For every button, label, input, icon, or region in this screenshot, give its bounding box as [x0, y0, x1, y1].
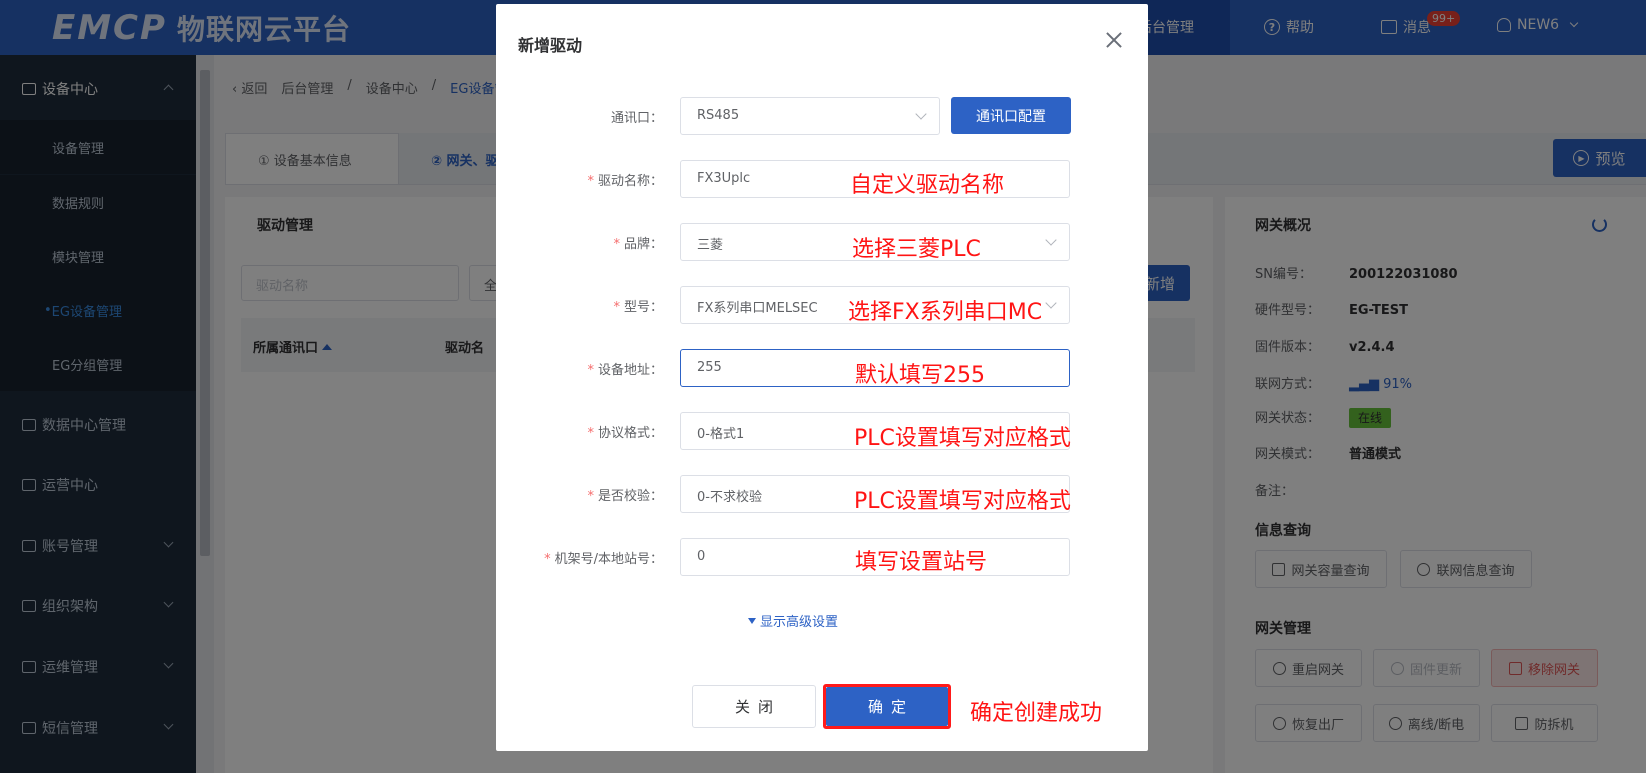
- input-value: 255: [697, 360, 722, 375]
- select-value: FX系列串口MELSEC: [697, 301, 818, 316]
- label-text: 驱动名称：: [597, 174, 663, 189]
- label-text: 机架号/本地站号：: [554, 552, 663, 567]
- chevron-down-icon: [1045, 297, 1057, 309]
- input-value: 0-格式1: [697, 427, 745, 442]
- station-row: * 机架号/本地站号： 0: [496, 538, 1148, 576]
- label-text: 设备地址：: [597, 363, 663, 378]
- input-value: 0: [697, 549, 706, 564]
- port-config-button[interactable]: 通讯口配置: [951, 97, 1071, 134]
- port-value: RS485: [697, 108, 740, 123]
- port-row: 通讯口： RS485 通讯口配置: [496, 97, 1148, 135]
- driver-name-row: * 驱动名称： FX3Uplc: [496, 160, 1148, 198]
- address-row: * 设备地址： 255: [496, 349, 1148, 387]
- label-text: 型号：: [623, 300, 663, 315]
- annotation-ok: 确定创建成功: [970, 701, 1103, 726]
- chevron-down-icon: [1045, 234, 1057, 246]
- close-icon[interactable]: [1104, 30, 1124, 50]
- checksum-label: * 是否校验：: [587, 485, 663, 504]
- required-mark: *: [613, 300, 620, 315]
- annotation-address: 默认填写255: [855, 363, 985, 388]
- caret-down-icon: [748, 617, 756, 624]
- label-text: 协议格式：: [597, 426, 663, 441]
- protocol-label: * 协议格式：: [587, 422, 663, 441]
- annotation-checksum: PLC设置填写对应格式: [854, 489, 1071, 514]
- annotation-station: 填写设置站号: [855, 550, 988, 575]
- add-driver-dialog: 新增驱动 通讯口： RS485 通讯口配置 * 驱动名称： FX3Uplc * 品牌…: [496, 4, 1148, 751]
- required-mark: *: [587, 426, 594, 441]
- input-value: FX3Uplc: [697, 171, 751, 186]
- dialog-title: 新增驱动: [518, 36, 583, 55]
- required-mark: *: [544, 552, 551, 567]
- annotation-protocol: PLC设置填写对应格式: [854, 426, 1071, 451]
- annotation-brand: 选择三菱PLC: [852, 237, 981, 262]
- close-button[interactable]: 关闭: [692, 685, 816, 728]
- advanced-link-label: 显示高级设置: [760, 615, 839, 630]
- input-value: 0-不求校验: [697, 490, 762, 505]
- required-mark: *: [587, 489, 594, 504]
- required-mark: *: [587, 363, 594, 378]
- show-advanced-link[interactable]: 显示高级设置: [748, 611, 838, 630]
- annotation-model: 选择FX系列串口MC: [848, 300, 1043, 325]
- driver-name-label: * 驱动名称：: [587, 170, 663, 189]
- model-row: * 型号： FX系列串口MELSEC: [496, 286, 1148, 324]
- address-label: * 设备地址：: [587, 359, 663, 378]
- brand-row: * 品牌： 三菱: [496, 223, 1148, 261]
- brand-label: * 品牌：: [613, 233, 663, 252]
- select-value: 三菱: [697, 238, 724, 253]
- label-text: 品牌：: [623, 237, 663, 252]
- station-label: * 机架号/本地站号：: [544, 548, 663, 567]
- chevron-down-icon: [915, 108, 927, 120]
- model-label: * 型号：: [613, 296, 663, 315]
- confirm-button[interactable]: 确定: [826, 687, 948, 726]
- port-label: 通讯口：: [610, 111, 663, 126]
- annotation-name: 自定义驱动名称: [850, 173, 1005, 198]
- required-mark: *: [587, 174, 594, 189]
- label-text: 是否校验：: [597, 489, 663, 504]
- port-select[interactable]: RS485: [680, 97, 940, 135]
- required-mark: *: [613, 237, 620, 252]
